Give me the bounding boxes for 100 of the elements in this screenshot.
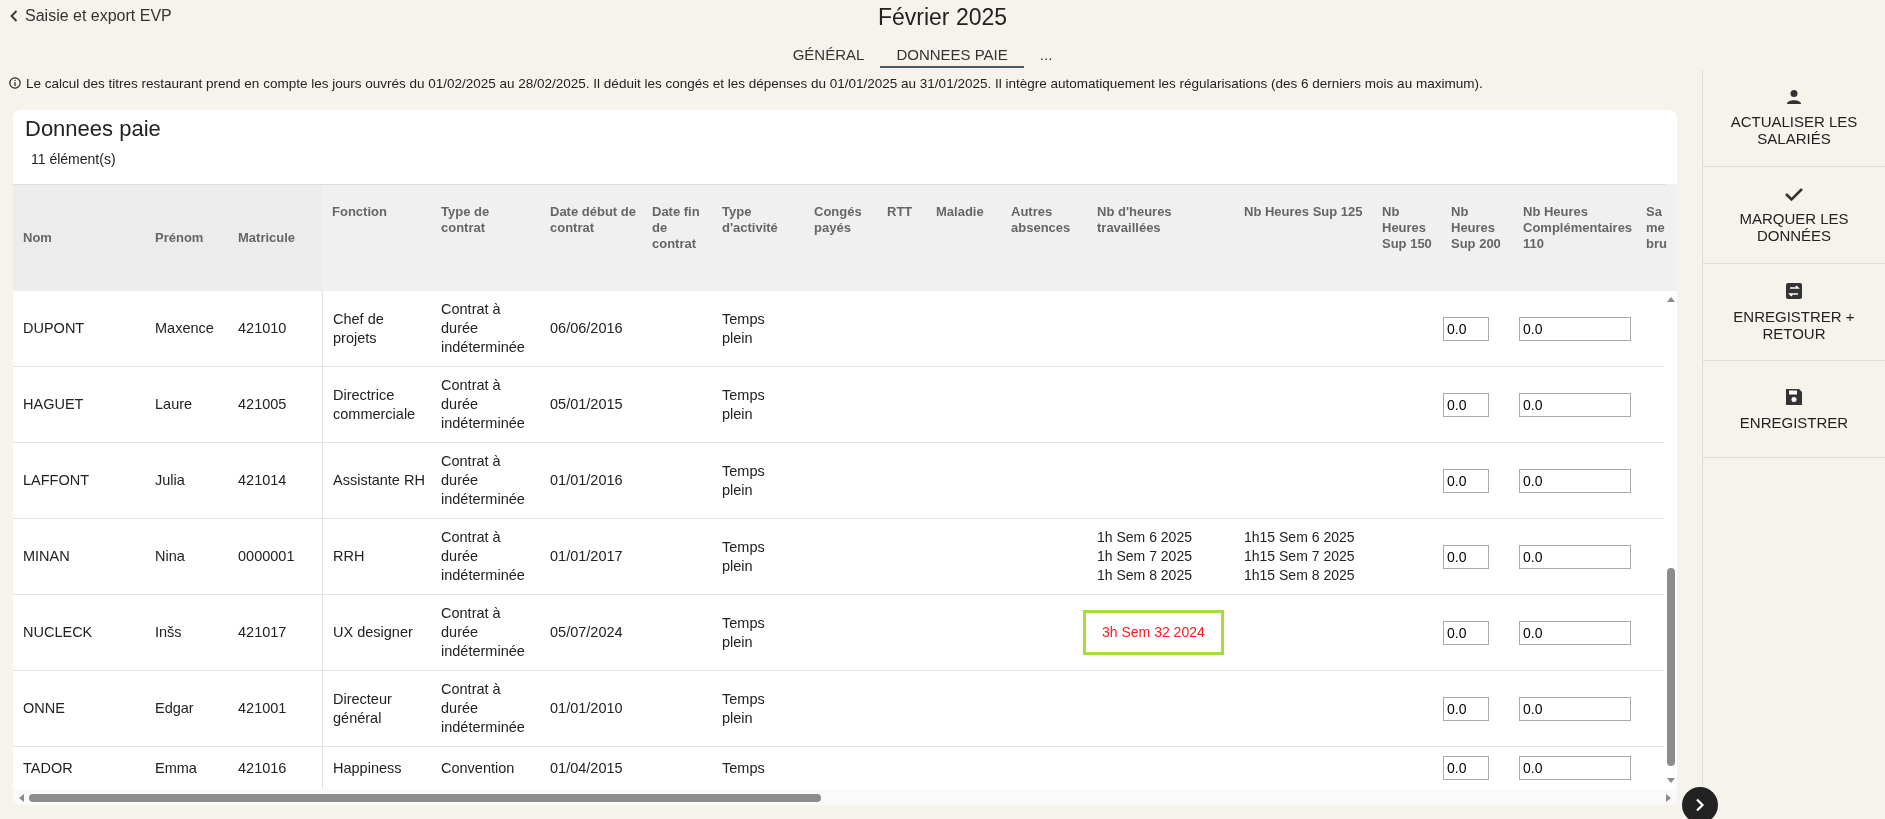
tab[interactable]: ...	[1023, 42, 1069, 68]
column-header: Congés payés	[814, 204, 862, 235]
back-link[interactable]: Saisie et export EVP	[6, 5, 176, 27]
first-name-cell: Inšs	[155, 623, 182, 642]
activity-cell: Temps	[722, 758, 765, 778]
activity-cell-text: Temps plein	[722, 537, 766, 576]
column-header: Maladie	[936, 204, 984, 219]
scrollbar-thumb[interactable]	[29, 794, 821, 802]
date-cell: 05/07/2024	[550, 623, 623, 642]
column-header: Autres absences	[1011, 204, 1071, 235]
activity-cell-text: Temps plein	[722, 385, 766, 424]
action-button[interactable]: ENREGISTRER	[1703, 361, 1885, 458]
column-header: Nb Heures Sup 150	[1382, 204, 1432, 251]
tab[interactable]: GÉNÉRAL	[776, 42, 881, 68]
role-cell-text: Chef de projets	[333, 309, 385, 348]
scroll-left-arrow-icon[interactable]	[17, 793, 25, 803]
role-cell: UX designer	[333, 623, 413, 642]
action-button[interactable]: MARQUER LES DONNÉES	[1703, 167, 1885, 264]
input-field[interactable]: 0.0	[1519, 544, 1631, 569]
scroll-down-arrow-icon[interactable]	[1665, 777, 1676, 785]
first-name-cell: Laure	[155, 395, 193, 414]
column-header: Nb Heures Sup 125	[1244, 204, 1363, 219]
input-field[interactable]: 0.0	[1519, 392, 1631, 417]
tab[interactable]: DONNEES PAIE	[880, 42, 1024, 68]
highlighted-hours-cell: 3h Sem 32 2024	[1083, 610, 1224, 655]
action-button[interactable]: ACTUALISER LES SALARIÉS	[1703, 70, 1885, 167]
scroll-right-arrow-icon[interactable]	[1665, 793, 1673, 803]
item-count: 11 élément(s)	[30, 150, 117, 169]
contract-cell-text: Contrat à durée indéterminée	[441, 528, 526, 585]
date-cell: 01/01/2010	[550, 699, 623, 718]
first-name-cell: Nina	[155, 547, 185, 566]
hours-cell: 1h Sem 6 2025 1h Sem 7 2025 1h Sem 8 2025	[1097, 528, 1192, 585]
column-header: RTT	[887, 204, 913, 219]
activity-cell-text: Temps plein	[722, 461, 766, 500]
input-field[interactable]: 0.0	[1519, 316, 1631, 341]
activity-cell-text: Temps plein	[722, 613, 766, 652]
action-button[interactable]: ENREGISTRER + RETOUR	[1703, 264, 1885, 361]
contract-cell-text: Contrat à durée indéterminée	[441, 300, 526, 357]
column-header: Date début de contrat	[550, 204, 636, 235]
contract-cell-text: Contrat à durée indéterminée	[441, 680, 526, 737]
input-field[interactable]: 0.0	[1443, 544, 1489, 569]
input-field[interactable]: 0.0	[1443, 468, 1489, 493]
date-cell: 01/01/2017	[550, 547, 623, 566]
role-cell: Assistante RH	[333, 471, 425, 490]
input-field[interactable]: 0.0	[1519, 620, 1631, 645]
input-field[interactable]: 0.0	[1519, 696, 1631, 721]
name-cell: HAGUET	[23, 395, 84, 414]
chevron-right-icon	[1694, 798, 1706, 812]
first-name-cell: Emma	[155, 758, 197, 778]
info-text: Le calcul des titres restaurant prend en compte les jours ouvrés du 01/02/2025 au 28/02/2025. Il déduit les congés et les dépenses du 01/01/2025 au 31/01/2025. Il intègre automatiquement les régularisations (des 6 derniers mois au maximum).	[26, 75, 1483, 91]
person-icon	[1786, 89, 1802, 105]
column-header: Nom	[23, 230, 52, 246]
column-header: Nb d'heures travaillées	[1097, 204, 1172, 235]
activity-cell-text: Temps plein	[722, 689, 766, 728]
id-cell: 421014	[238, 471, 287, 490]
page-title: Février 2025	[877, 3, 1008, 32]
contract-cell: Convention	[441, 758, 515, 778]
id-cell: 0000001	[238, 547, 295, 566]
date-cell: 06/06/2016	[550, 319, 623, 338]
first-name-cell: Maxence	[155, 319, 214, 338]
info-icon	[9, 77, 21, 89]
input-field[interactable]: 0.0	[1443, 316, 1489, 341]
input-field[interactable]: 0.0	[1519, 468, 1631, 493]
column-header: Sa me bru	[1646, 204, 1667, 251]
activity-cell-text: Temps plein	[722, 309, 766, 348]
contract-cell-text: Contrat à durée indéterminée	[441, 604, 526, 661]
column-header: Type d'activité	[722, 204, 778, 235]
role-cell: RRH	[333, 547, 365, 566]
scroll-up-arrow-icon[interactable]	[1665, 295, 1676, 303]
hours-cell: 1h15 Sem 6 2025 1h15 Sem 7 2025 1h15 Sem 8 2025	[1244, 528, 1355, 585]
next-button[interactable]	[1682, 787, 1718, 819]
id-cell: 421017	[238, 623, 287, 642]
column-header: Fonction	[332, 204, 387, 219]
section-title: Donnees paie	[24, 115, 162, 143]
input-field[interactable]: 0.0	[1519, 756, 1631, 780]
input-field[interactable]: 0.0	[1443, 392, 1489, 417]
column-header: Date fin de contrat	[652, 204, 700, 251]
name-cell: MINAN	[23, 547, 70, 566]
id-cell: 421005	[238, 395, 287, 414]
date-cell: 01/04/2015	[550, 758, 623, 778]
column-header: Nb Heures Complémentaires 110	[1523, 204, 1633, 251]
horizontal-scrollbar[interactable]	[13, 789, 1677, 805]
input-field[interactable]: 0.0	[1443, 696, 1489, 721]
column-header: Prénom	[155, 230, 204, 246]
contract-cell-text: Contrat à durée indéterminée	[441, 452, 526, 509]
first-name-cell: Edgar	[155, 699, 194, 718]
name-cell: NUCLECK	[23, 623, 93, 642]
name-cell: TADOR	[23, 758, 73, 778]
scrollbar-thumb[interactable]	[1666, 568, 1675, 766]
date-cell: 01/01/2016	[550, 471, 623, 490]
role-cell-text: Directeur général	[333, 689, 393, 728]
date-cell: 05/01/2015	[550, 395, 623, 414]
role-cell-text: Directrice commerciale	[333, 385, 417, 424]
first-name-cell: Julia	[155, 471, 185, 490]
id-cell: 421010	[238, 319, 287, 338]
name-cell: ONNE	[23, 699, 65, 718]
input-field[interactable]: 0.0	[1443, 620, 1489, 645]
input-field[interactable]: 0.0	[1443, 756, 1489, 780]
name-cell: LAFFONT	[23, 471, 90, 490]
role-cell: Happiness	[333, 758, 402, 778]
